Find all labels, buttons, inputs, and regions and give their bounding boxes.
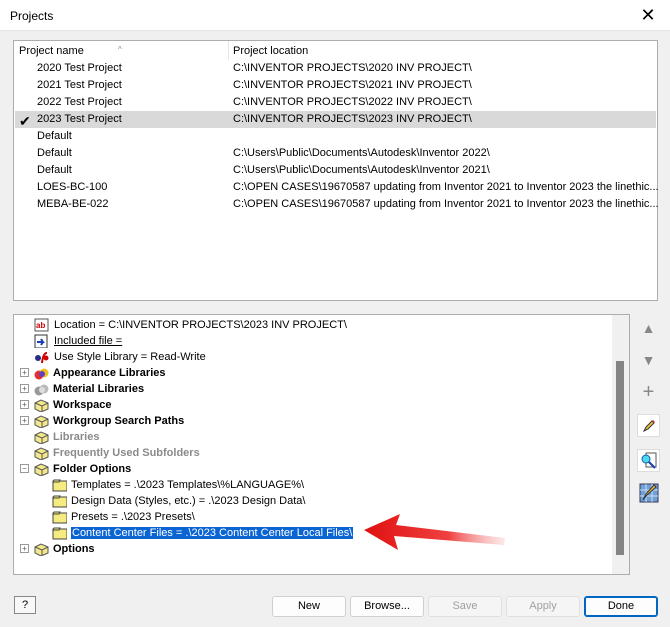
project-row[interactable]: ✔ 2023 Test Project C:\INVENTOR PROJECTS\2… xyxy=(15,111,656,129)
expand-icon[interactable]: + xyxy=(20,384,29,393)
project-name: MEBA-BE-022 xyxy=(37,198,109,210)
edit-button[interactable] xyxy=(637,414,660,437)
tree-item-label: Material Libraries xyxy=(53,383,145,395)
project-location: C:\Users\Public\Documents\Autodesk\Inven… xyxy=(233,147,490,159)
project-location: C:\INVENTOR PROJECTS\2022 INV PROJECT\ xyxy=(233,96,472,108)
projects-list[interactable]: Project name ^ Project location 2020 Tes… xyxy=(13,40,659,301)
appearance-library-icon xyxy=(34,368,49,380)
save-button[interactable]: Save xyxy=(428,596,502,617)
collapse-icon[interactable]: − xyxy=(20,464,29,473)
close-button[interactable]: ✕ xyxy=(636,4,660,26)
folder-icon xyxy=(52,527,67,540)
find-path-button[interactable] xyxy=(637,449,660,472)
project-name: Default xyxy=(37,164,72,176)
project-location: C:\INVENTOR PROJECTS\2020 INV PROJECT\ xyxy=(233,62,472,74)
expand-icon[interactable]: + xyxy=(20,368,29,377)
sort-arrow-icon: ^ xyxy=(118,45,122,54)
edit-path-grid-button[interactable] xyxy=(637,481,660,504)
libraries-icon xyxy=(34,431,49,444)
project-row[interactable]: 2022 Test Project C:\INVENTOR PROJECTS\20… xyxy=(15,94,656,111)
tree-item-label: Frequently Used Subfolders xyxy=(53,447,200,459)
folder-icon xyxy=(52,495,67,508)
folder-icon xyxy=(52,511,67,524)
project-row[interactable]: MEBA-BE-022 C:\OPEN CASES\19670587 updati… xyxy=(15,196,659,213)
tree-item-label: Content Center Files = .\2023 Content Ce… xyxy=(69,526,355,540)
tree-item-label: Location = C:\INVENTOR PROJECTS\2023 INV… xyxy=(54,319,347,331)
tree-item-label: Templates = .\2023 Templates\%LANGUAGE%\ xyxy=(71,479,305,491)
browse-button[interactable]: Browse... xyxy=(350,596,424,617)
project-location: C:\INVENTOR PROJECTS\2023 INV PROJECT\ xyxy=(233,113,472,125)
project-location: C:\INVENTOR PROJECTS\2021 INV PROJECT\ xyxy=(233,79,472,91)
folder-options-icon xyxy=(34,463,49,476)
tree-item-label: Options xyxy=(53,543,95,555)
apply-button[interactable]: Apply xyxy=(506,596,580,617)
project-name: Default xyxy=(37,130,72,142)
scrollbar-thumb[interactable] xyxy=(616,361,624,555)
red-arrow-annotation xyxy=(364,514,505,550)
new-button[interactable]: New xyxy=(272,596,346,617)
workgroup-icon xyxy=(34,415,49,428)
project-settings-tree[interactable]: ab Location = C:\INVENTOR PROJECTS\2023 … xyxy=(13,314,630,575)
done-button[interactable]: Done xyxy=(584,596,658,617)
tree-item-label: Appearance Libraries xyxy=(53,367,166,379)
tree-item-label: Presets = .\2023 Presets\ xyxy=(71,511,195,523)
project-name: 2021 Test Project xyxy=(37,79,122,91)
workspace-icon xyxy=(34,399,49,412)
style-library-icon xyxy=(35,352,49,364)
column-header-project-name[interactable]: Project name xyxy=(19,45,84,57)
folder-icon xyxy=(52,479,67,492)
subfolders-icon xyxy=(34,447,49,460)
tree-item-label: Workgroup Search Paths xyxy=(53,415,185,427)
project-row[interactable]: 2021 Test Project C:\INVENTOR PROJECTS\20… xyxy=(15,77,656,94)
tree-item-label: Folder Options xyxy=(53,463,132,475)
project-row[interactable]: Default xyxy=(15,128,656,145)
column-separator[interactable] xyxy=(228,41,229,60)
expand-icon[interactable]: + xyxy=(20,416,29,425)
project-name: 2020 Test Project xyxy=(37,62,122,74)
move-up-button[interactable]: ▲ xyxy=(637,316,660,339)
list-header: Project name ^ Project location xyxy=(14,41,657,60)
included-file-icon xyxy=(34,334,48,348)
project-row[interactable]: Default C:\Users\Public\Documents\Autodes… xyxy=(15,162,656,179)
help-button[interactable]: ? xyxy=(14,596,36,614)
tree-item-label: Use Style Library = Read-Write xyxy=(54,351,206,363)
tree-item-label: Design Data (Styles, etc.) = .\2023 Desi… xyxy=(71,495,306,507)
project-name: 2023 Test Project xyxy=(37,113,122,125)
project-name: Default xyxy=(37,147,72,159)
pencil-icon xyxy=(642,419,655,432)
material-library-icon xyxy=(34,384,49,396)
tree-scrollbar[interactable] xyxy=(612,315,629,574)
search-document-icon xyxy=(641,452,656,469)
column-header-project-location[interactable]: Project location xyxy=(233,45,308,57)
project-row[interactable]: 2020 Test Project C:\INVENTOR PROJECTS\20… xyxy=(15,60,656,77)
expand-icon[interactable]: + xyxy=(20,544,29,553)
title-bar: Projects ✕ xyxy=(0,0,670,31)
add-path-button[interactable]: + xyxy=(637,381,660,404)
window-title: Projects xyxy=(10,9,54,23)
tree-item-label: Workspace xyxy=(53,399,112,411)
tree-item-label: Libraries xyxy=(53,431,100,443)
text-field-icon: ab xyxy=(34,318,49,332)
project-row[interactable]: LOES-BC-100 C:\OPEN CASES\19670587 updati… xyxy=(15,179,659,196)
project-location: C:\OPEN CASES\19670587 updating from Inv… xyxy=(233,198,659,210)
grid-pencil-icon xyxy=(639,483,658,502)
options-icon xyxy=(34,543,49,556)
project-name: 2022 Test Project xyxy=(37,96,122,108)
move-down-button[interactable]: ▼ xyxy=(637,348,660,371)
svg-text:ab: ab xyxy=(36,321,45,330)
expand-icon[interactable]: + xyxy=(20,400,29,409)
tree-item-label: Included file = xyxy=(54,335,123,347)
project-location: C:\OPEN CASES\19670587 updating from Inv… xyxy=(233,181,659,193)
project-name: LOES-BC-100 xyxy=(37,181,108,193)
project-location: C:\Users\Public\Documents\Autodesk\Inven… xyxy=(233,164,490,176)
project-row[interactable]: Default C:\Users\Public\Documents\Autodes… xyxy=(15,145,656,162)
